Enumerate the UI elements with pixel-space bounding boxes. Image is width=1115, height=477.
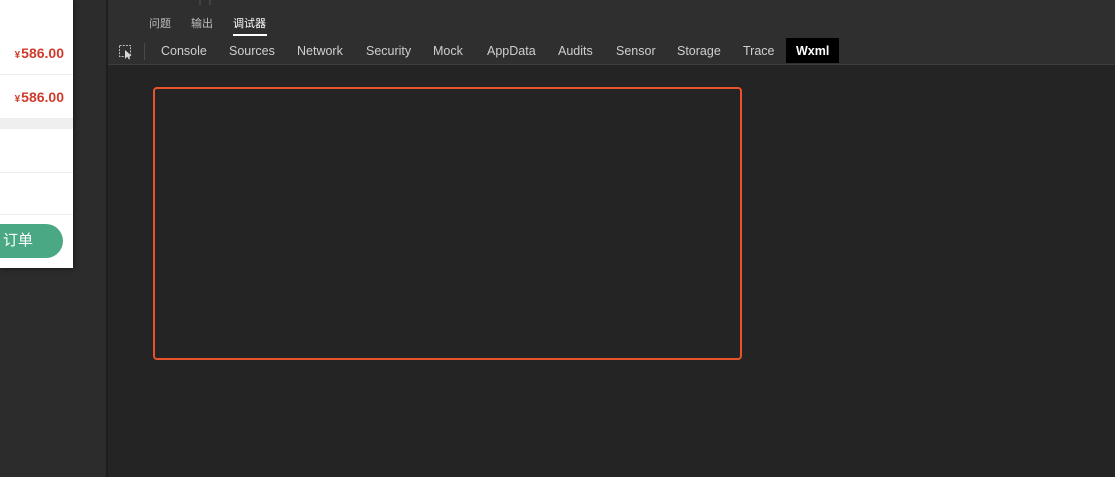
tab-audits[interactable]: Audits	[548, 38, 603, 64]
tab-debugger[interactable]: 调试器	[233, 15, 266, 31]
wxml-content-area	[153, 87, 742, 360]
simulator-panel: ¥586.00 ¥586.00 订单	[0, 0, 108, 477]
price-value: ¥586.00	[14, 45, 64, 61]
list-item[interactable]: ¥586.00	[0, 31, 73, 75]
devtools-tab-bar: Console Sources Network Security Mock Ap…	[108, 38, 1115, 65]
tab-security[interactable]: Security	[356, 38, 421, 64]
tab-output[interactable]: 输出	[191, 15, 213, 31]
toolbar-divider	[144, 43, 145, 60]
resize-grip-icon	[199, 0, 211, 5]
tab-network[interactable]: Network	[287, 38, 353, 64]
devtools-top-bar: 问题 输出 调试器	[108, 0, 1115, 38]
tab-wxml[interactable]: Wxml	[786, 38, 840, 63]
tab-mock[interactable]: Mock	[423, 38, 473, 64]
section-divider	[0, 119, 73, 129]
phone-screen: ¥586.00 ¥586.00 订单	[0, 0, 73, 268]
tab-sensor[interactable]: Sensor	[606, 38, 666, 64]
tab-problems[interactable]: 问题	[149, 15, 171, 31]
tab-appdata[interactable]: AppData	[477, 38, 546, 64]
devtools-panel: 问题 输出 调试器 Console Sources Network Securi…	[108, 0, 1115, 477]
tab-trace[interactable]: Trace	[733, 38, 785, 64]
list-item[interactable]	[0, 129, 73, 173]
cursor-select-icon[interactable]	[118, 44, 134, 60]
price-value: ¥586.00	[14, 89, 64, 105]
tab-storage[interactable]: Storage	[667, 38, 731, 64]
list-item[interactable]	[0, 173, 73, 215]
tab-sources[interactable]: Sources	[219, 38, 285, 64]
active-tab-indicator	[233, 34, 267, 36]
submit-order-button[interactable]: 订单	[0, 224, 63, 258]
list-item[interactable]: ¥586.00	[0, 75, 73, 119]
tab-console[interactable]: Console	[151, 38, 217, 64]
